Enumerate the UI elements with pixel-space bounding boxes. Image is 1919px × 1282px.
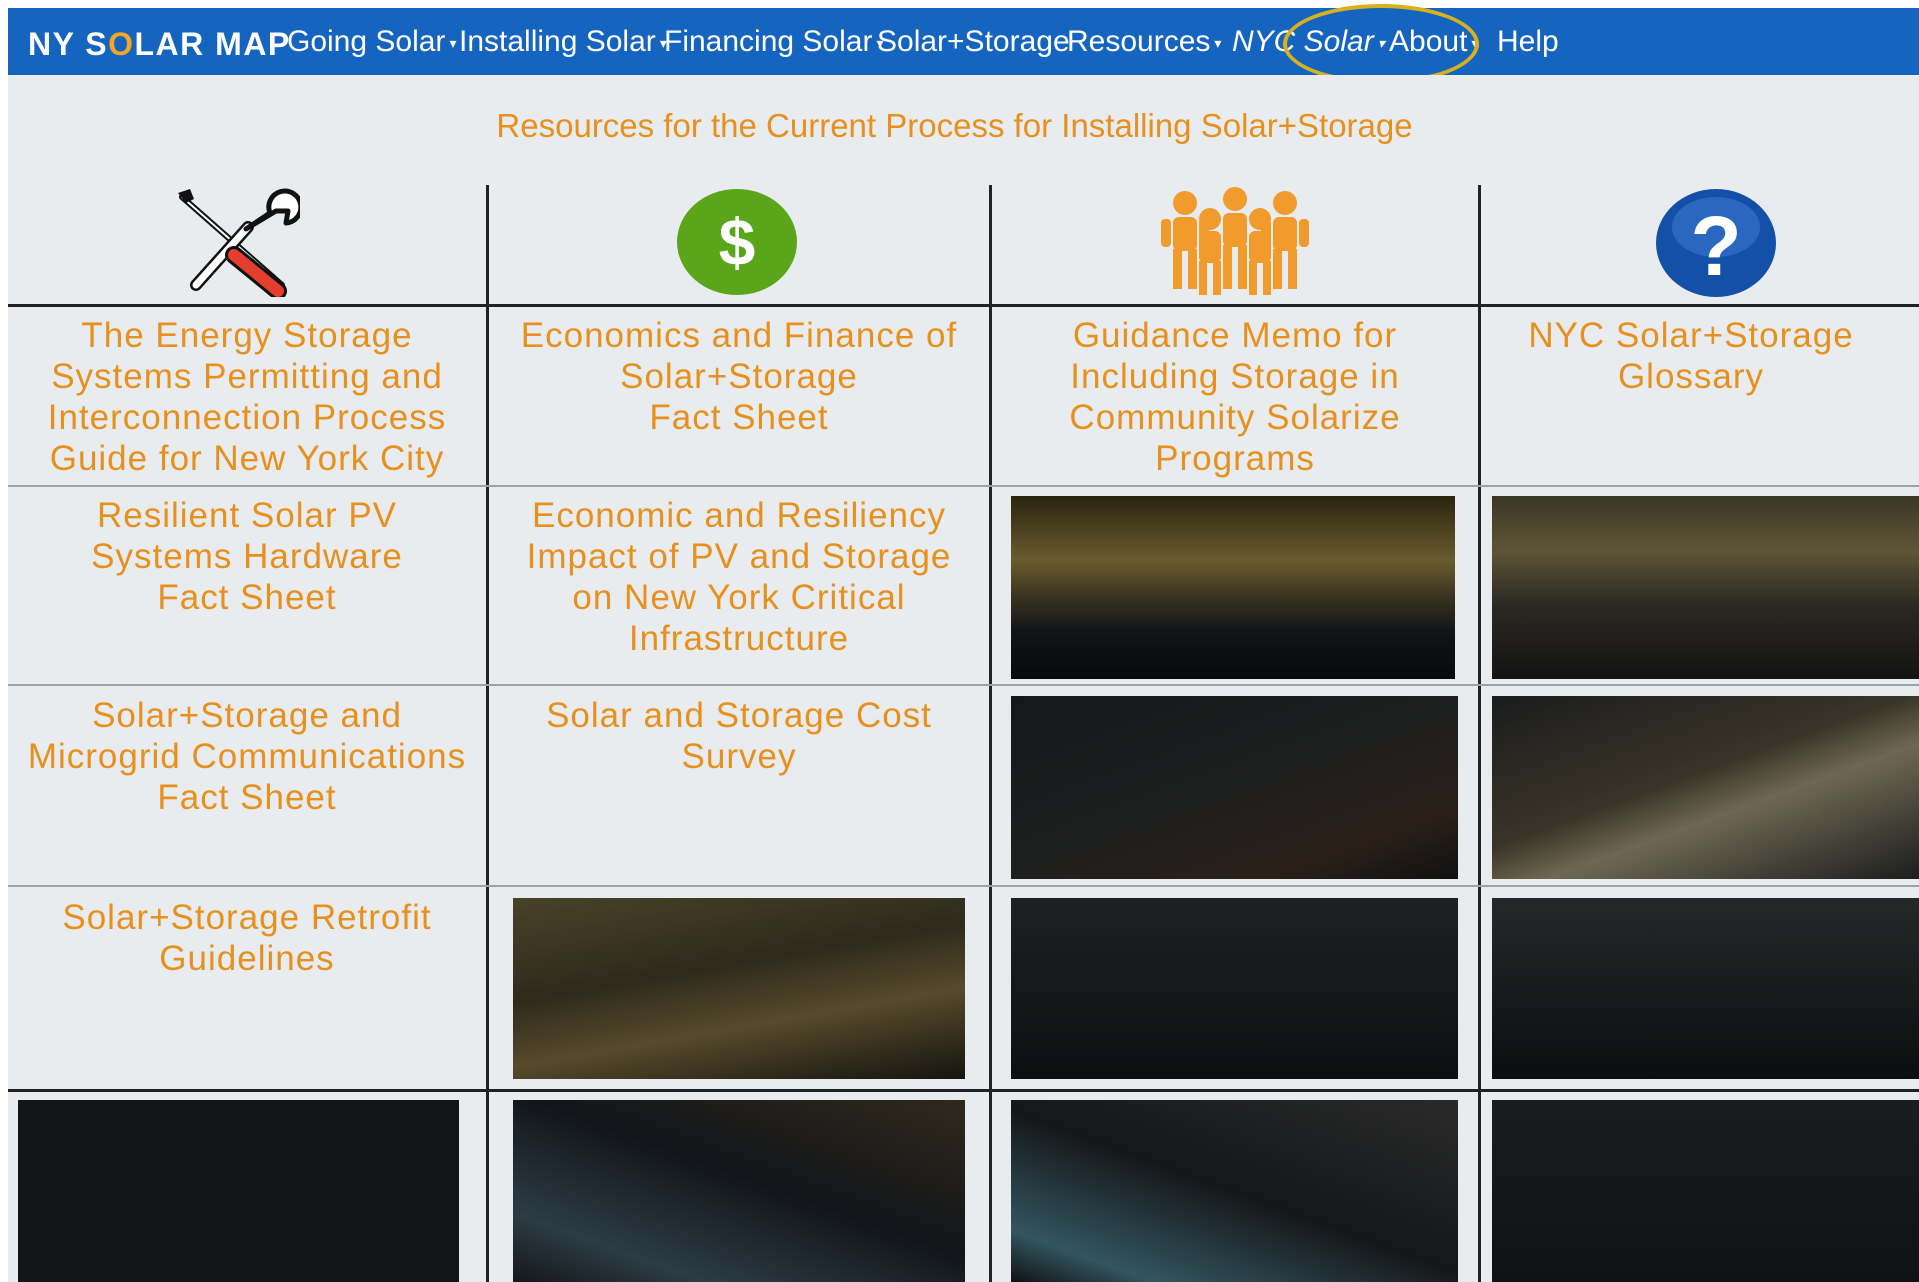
grid-divider	[8, 304, 1919, 307]
resource-link-resilient-pv[interactable]: Resilient Solar PV Systems Hardware Fact S…	[8, 495, 486, 618]
city-photo-tile	[1011, 1100, 1458, 1282]
dropdown-caret-icon: ▾	[1377, 34, 1385, 51]
city-photo-tile	[513, 898, 965, 1079]
tools-icon	[174, 187, 304, 302]
dropdown-caret-icon: ▾	[449, 34, 457, 51]
nav-nyc-solar[interactable]: NYC Solar ▾	[1232, 8, 1385, 75]
city-photo-tile	[1492, 898, 1919, 1079]
resource-link-economics-finance[interactable]: Economics and Finance of Solar+Storage Fac…	[489, 315, 989, 438]
city-photo-tile	[18, 1100, 459, 1282]
top-navbar: NY SOLAR MAP Going Solar ▾ Installing Sol…	[8, 8, 1919, 75]
city-photo-tile	[1492, 696, 1919, 879]
nav-help[interactable]: Help	[1497, 8, 1559, 75]
dollar-icon: $	[675, 187, 799, 302]
city-photo-tile	[513, 1100, 965, 1282]
nav-installing-solar[interactable]: Installing Solar ▾	[459, 8, 667, 75]
grid-divider	[8, 684, 1919, 686]
people-icon	[1155, 187, 1315, 302]
site-logo[interactable]: NY SOLAR MAP	[28, 26, 291, 63]
grid-divider	[8, 885, 1919, 887]
resource-link-glossary[interactable]: NYC Solar+Storage Glossary	[1481, 315, 1901, 397]
help-icon: ?	[1654, 187, 1778, 304]
nav-financing-solar[interactable]: Financing Solar ▾	[664, 8, 883, 75]
svg-text:?: ?	[1690, 199, 1741, 293]
dropdown-caret-icon: ▾	[1471, 34, 1479, 51]
svg-text:$: $	[719, 205, 756, 279]
nav-solar-storage[interactable]: Solar+Storage	[877, 8, 1070, 75]
dropdown-caret-icon: ▾	[1214, 34, 1222, 51]
resource-link-microgrid-comms[interactable]: Solar+Storage and Microgrid Communication…	[8, 695, 486, 818]
city-photo-tile	[1492, 496, 1919, 679]
logo-sun-letter: O	[108, 26, 135, 62]
city-photo-tile	[1011, 696, 1458, 879]
resource-link-resiliency-impact[interactable]: Economic and Resiliency Impact of PV and …	[489, 495, 989, 659]
grid-divider	[8, 1089, 1919, 1092]
resource-link-guidance-memo[interactable]: Guidance Memo for Including Storage in Com…	[992, 315, 1478, 479]
grid-divider	[8, 485, 1919, 487]
resource-link-retrofit-guidelines[interactable]: Solar+Storage Retrofit Guidelines	[8, 897, 486, 979]
resource-link-cost-survey[interactable]: Solar and Storage Cost Survey	[489, 695, 989, 777]
resources-page: Resources for the Current Process for In…	[8, 75, 1919, 1282]
nav-going-solar[interactable]: Going Solar ▾	[287, 8, 456, 75]
city-photo-tile	[1492, 1100, 1919, 1282]
city-photo-tile	[1011, 496, 1455, 679]
resource-link-permitting-guide[interactable]: The Energy Storage Systems Permitting and…	[8, 315, 486, 479]
city-photo-tile	[1011, 898, 1458, 1079]
nav-about[interactable]: About ▾	[1389, 8, 1478, 75]
page-title: Resources for the Current Process for In…	[496, 107, 1413, 144]
nav-resources[interactable]: Resources ▾	[1067, 8, 1221, 75]
